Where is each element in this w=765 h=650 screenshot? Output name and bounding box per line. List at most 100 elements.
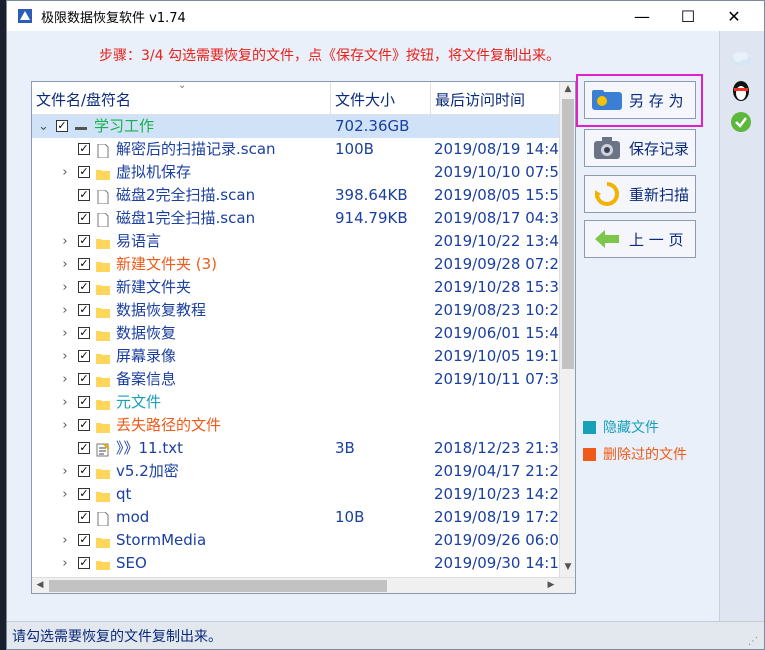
legend-swatch — [583, 447, 596, 461]
row-checkbox[interactable]: ✓ — [78, 212, 90, 224]
column-divider[interactable] — [330, 82, 331, 114]
expand-toggle-icon[interactable]: › — [60, 368, 70, 391]
vertical-scrollbar[interactable]: ▲ ▼ — [559, 82, 575, 577]
row-checkbox[interactable]: ✓ — [78, 557, 90, 569]
legend-deleted-files: 删除过的文件 — [583, 444, 687, 464]
folder-icon — [96, 395, 110, 410]
folder-icon — [96, 487, 110, 502]
expand-toggle-icon[interactable]: ⌄ — [38, 115, 49, 138]
row-checkbox[interactable]: ✓ — [78, 258, 90, 270]
tree-row[interactable]: ✓ 磁盘2完全扫描.scan 398.64KB 2019/08/05 15:5 — [32, 184, 559, 207]
save-as-button[interactable]: 另 存 为 — [584, 81, 696, 119]
expand-toggle-icon[interactable]: › — [60, 253, 70, 276]
row-checkbox[interactable]: ✓ — [78, 396, 90, 408]
check-circle-icon[interactable] — [728, 109, 754, 135]
prev-page-label: 上 一 页 — [629, 230, 684, 249]
minimize-button[interactable]: — — [619, 1, 665, 31]
back-arrow-icon — [591, 225, 623, 253]
cloud-icon[interactable] — [728, 45, 754, 71]
row-size: 10B — [335, 508, 365, 526]
tree-row[interactable]: ✓ 磁盘1完全扫描.scan 914.79KB 2019/08/17 04:3 — [32, 207, 559, 230]
tree-row[interactable]: ✓ 》》11.txt 3B 2018/12/23 21:3 — [32, 437, 559, 460]
rescan-button[interactable]: 重新扫描 — [584, 175, 696, 213]
column-header-name[interactable]: 文件名/盘符名 — [36, 89, 131, 110]
row-checkbox[interactable]: ✓ — [78, 350, 90, 362]
sort-caret-icon: ⌄ — [178, 81, 187, 91]
tree-row[interactable]: › ✓ 易语言 2019/10/22 13:4 — [32, 230, 559, 253]
expand-toggle-icon[interactable]: › — [60, 391, 70, 414]
row-name: 》》11.txt — [116, 439, 183, 457]
folder-icon — [96, 418, 110, 433]
tree-row[interactable]: › ✓ 新建文件夹 2019/10/28 15:3 — [32, 276, 559, 299]
row-checkbox[interactable]: ✓ — [56, 120, 68, 132]
row-checkbox[interactable]: ✓ — [78, 327, 90, 339]
column-divider[interactable] — [430, 82, 431, 114]
row-date: 2019/08/19 17:2 — [434, 508, 559, 526]
vertical-scroll-thumb[interactable] — [562, 99, 574, 369]
expand-toggle-icon[interactable]: › — [60, 483, 70, 506]
tree-row[interactable]: › ✓ 元文件 — [32, 391, 559, 414]
qq-penguin-icon[interactable] — [728, 77, 754, 103]
expand-toggle-icon[interactable]: › — [60, 161, 70, 184]
expand-toggle-icon[interactable]: › — [60, 414, 70, 437]
expand-toggle-icon[interactable]: › — [60, 345, 70, 368]
resize-grip-icon[interactable]: ⋰ — [748, 636, 758, 647]
row-checkbox[interactable]: ✓ — [78, 488, 90, 500]
row-checkbox[interactable]: ✓ — [78, 281, 90, 293]
prev-page-button[interactable]: 上 一 页 — [584, 220, 696, 258]
expand-toggle-icon[interactable]: › — [60, 552, 70, 570]
expand-toggle-icon[interactable]: › — [60, 276, 70, 299]
window-title: 极限数据恢复软件 v1.74 — [41, 11, 186, 26]
column-header-size[interactable]: 文件大小 — [335, 89, 395, 110]
app-logo-icon — [17, 8, 33, 24]
expand-toggle-icon[interactable]: › — [60, 460, 70, 483]
row-checkbox[interactable]: ✓ — [78, 442, 90, 454]
legend-hidden-files: 隐藏文件 — [583, 417, 659, 437]
row-name: 备案信息 — [116, 370, 177, 388]
tree-row[interactable]: › ✓ 数据恢复 2019/06/01 15:4 — [32, 322, 559, 345]
row-checkbox[interactable]: ✓ — [78, 304, 90, 316]
tree-row[interactable]: › ✓ 虚拟机保存 2019/10/10 07:5 — [32, 161, 559, 184]
row-checkbox[interactable]: ✓ — [78, 419, 90, 431]
tree-row[interactable]: › ✓ SEO 2019/09/30 14:1 — [32, 552, 559, 570]
row-checkbox[interactable]: ✓ — [78, 511, 90, 523]
tree-row[interactable]: ⌄ ✓ 学习工作 702.36GB — [32, 115, 559, 138]
row-checkbox[interactable]: ✓ — [78, 143, 90, 155]
tree-row[interactable]: › ✓ StormMedia 2019/09/26 06:0 — [32, 529, 559, 552]
scroll-left-arrow-icon[interactable]: ◀ — [33, 580, 47, 590]
close-button[interactable]: ✕ — [711, 1, 757, 31]
tree-row[interactable]: ✓ mod 10B 2019/08/19 17:2 — [32, 506, 559, 529]
tree-row[interactable]: › ✓ 丢失路径的文件 — [32, 414, 559, 437]
row-checkbox[interactable]: ✓ — [78, 465, 90, 477]
scroll-down-arrow-icon[interactable]: ▼ — [561, 562, 575, 572]
tree-row[interactable]: › ✓ 备案信息 2019/10/11 07:3 — [32, 368, 559, 391]
tree-row[interactable]: ✓ 解密后的扫描记录.scan 100B 2019/08/19 14:4 — [32, 138, 559, 161]
scroll-up-arrow-icon[interactable]: ▲ — [561, 84, 575, 94]
expand-toggle-icon[interactable]: › — [60, 230, 70, 253]
folder-icon — [96, 464, 110, 479]
scroll-right-arrow-icon[interactable]: ▶ — [544, 580, 558, 590]
tree-row[interactable]: › ✓ 数据恢复教程 2019/08/23 10:2 — [32, 299, 559, 322]
maximize-button[interactable]: ☐ — [665, 1, 711, 31]
row-checkbox[interactable]: ✓ — [78, 166, 90, 178]
tree-row[interactable]: › ✓ v5.2加密 2019/04/17 21:2 — [32, 460, 559, 483]
expand-toggle-icon[interactable]: › — [60, 322, 70, 345]
row-size: 3B — [335, 439, 355, 457]
row-checkbox[interactable]: ✓ — [78, 373, 90, 385]
step-instruction: 步骤：3/4 勾选需要恢复的文件，点《保存文件》按钮，将文件复制出来。 — [99, 48, 560, 64]
expand-toggle-icon[interactable]: › — [60, 299, 70, 322]
row-checkbox[interactable]: ✓ — [78, 189, 90, 201]
row-checkbox[interactable]: ✓ — [78, 235, 90, 247]
row-checkbox[interactable]: ✓ — [78, 534, 90, 546]
tree-row[interactable]: › ✓ 新建文件夹 (3) 2019/09/28 07:2 — [32, 253, 559, 276]
file-icon — [96, 211, 110, 228]
row-date: 2019/08/19 14:4 — [434, 140, 559, 158]
column-header-date[interactable]: 最后访问时间 — [435, 89, 525, 110]
horizontal-scrollbar[interactable]: ◀ ▶ — [32, 577, 575, 593]
tree-row[interactable]: › ✓ qt 2019/10/23 14:2 — [32, 483, 559, 506]
tree-row[interactable]: › ✓ 屏幕录像 2019/10/05 19:1 — [32, 345, 559, 368]
expand-toggle-icon[interactable]: › — [60, 529, 70, 552]
save-record-button[interactable]: 保存记录 — [584, 129, 696, 167]
horizontal-scroll-thumb[interactable] — [49, 580, 387, 592]
side-toolbar — [719, 31, 764, 621]
